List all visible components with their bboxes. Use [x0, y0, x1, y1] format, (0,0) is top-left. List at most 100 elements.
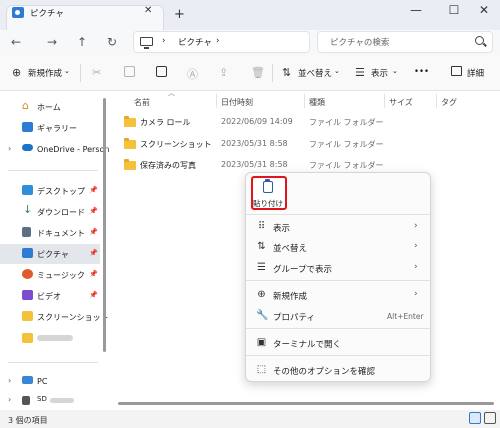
back-button[interactable]: ← [8, 35, 24, 49]
share-icon[interactable]: ⇪ [219, 66, 228, 79]
file-name: カメラ ロール [140, 118, 191, 127]
monitor-icon [140, 37, 153, 49]
chevron-right-icon: › [414, 221, 418, 231]
pin-icon[interactable]: 📌 [89, 186, 98, 194]
details-button[interactable]: 詳細 [467, 67, 484, 79]
menu-item-sort[interactable]: 並べ替え [273, 242, 307, 254]
sidebar-item-label: ピクチャ [37, 250, 69, 259]
videos-icon [22, 290, 33, 300]
breadcrumb-separator[interactable]: › [216, 36, 219, 46]
sd-card-icon [22, 396, 30, 405]
more-options-button[interactable]: ••• [414, 67, 429, 77]
group-by-icon: ☰ [257, 262, 266, 273]
sidebar-item-label: OneDrive - Person [37, 145, 110, 154]
sidebar-item-label: ホーム [37, 103, 61, 112]
new-icon: ⊕ [12, 66, 22, 79]
refresh-button[interactable]: ↻ [104, 35, 120, 49]
breadcrumb-pictures[interactable]: ピクチャ [178, 36, 212, 48]
menu-item-view[interactable]: 表示 [273, 222, 290, 234]
menu-item-group-by[interactable]: グループで表示 [273, 263, 332, 275]
download-icon: ↓ [23, 203, 33, 216]
file-date: 2023/05/31 8:58 [221, 139, 288, 148]
column-header-type[interactable]: 種類 [309, 97, 325, 108]
forward-button[interactable]: → [44, 35, 60, 49]
column-divider[interactable] [384, 94, 385, 108]
sidebar-item-pc[interactable] [0, 372, 100, 392]
tab-title: ピクチャ [30, 9, 64, 19]
folder-icon [124, 138, 136, 149]
close-window-button[interactable]: ✕ [474, 3, 494, 17]
column-header-size[interactable]: サイズ [389, 97, 413, 108]
folder-icon [22, 333, 33, 343]
pin-icon[interactable]: 📌 [89, 270, 98, 278]
pin-icon[interactable]: 📌 [89, 207, 98, 215]
view-icon: ⠿ [257, 221, 266, 232]
view-button[interactable]: 表示 [371, 67, 388, 79]
pin-icon[interactable]: 📌 [89, 249, 98, 257]
column-header-tags[interactable]: タグ [441, 97, 457, 108]
column-header-name[interactable]: 名前 [134, 97, 150, 108]
horizontal-scrollbar[interactable] [118, 402, 494, 405]
maximize-button[interactable]: ☐ [444, 3, 464, 17]
redacted-label [50, 398, 74, 403]
sidebar-item-label: PC [37, 377, 48, 386]
expand-chevron-icon[interactable]: › [8, 395, 11, 404]
sidebar-divider [8, 170, 98, 171]
search-placeholder: ピクチャの検索 [330, 38, 390, 48]
chevron-right-icon: › [414, 241, 418, 251]
sort-icon: ⇅ [282, 66, 292, 79]
up-button[interactable]: ↑ [74, 35, 90, 49]
minimize-button[interactable]: — [406, 3, 426, 17]
sidebar-item-label: ダウンロード [37, 208, 85, 217]
new-button[interactable]: 新規作成 [28, 67, 62, 79]
sort-button[interactable]: 並べ替え [298, 67, 332, 79]
menu-divider [246, 214, 430, 215]
address-bar[interactable] [133, 31, 310, 53]
chevron-down-icon[interactable]: ⌄ [392, 67, 398, 75]
column-divider[interactable] [436, 94, 437, 108]
menu-divider [246, 355, 430, 356]
home-icon: ⌂ [22, 99, 29, 112]
expand-chevron-icon[interactable]: › [8, 144, 11, 153]
menu-item-open-in-terminal[interactable]: ターミナルで開く [273, 338, 341, 350]
menu-divider [246, 280, 430, 281]
rename-icon[interactable]: Ⓐ [187, 66, 198, 82]
pictures-folder-icon [12, 7, 24, 18]
chevron-down-icon[interactable]: ⌄ [334, 67, 340, 75]
file-name: 保存済みの写真 [140, 161, 196, 170]
pin-icon[interactable]: 📌 [89, 291, 98, 299]
details-view-button[interactable] [469, 412, 481, 424]
tiles-view-button[interactable] [484, 412, 496, 424]
toolbar-divider [80, 64, 81, 82]
cut-icon[interactable]: ✂ [92, 66, 101, 79]
pictures-icon [22, 248, 33, 258]
onedrive-icon [22, 144, 33, 151]
column-divider[interactable] [216, 94, 217, 108]
menu-item-new[interactable]: 新規作成 [273, 290, 307, 302]
wrench-icon: 🔧 [256, 310, 269, 321]
file-type: ファイル フォルダー [309, 118, 384, 127]
pin-icon[interactable]: 📌 [89, 228, 98, 236]
sort-icon: ⇅ [257, 241, 266, 252]
file-date: 2023/05/31 8:58 [221, 160, 288, 169]
menu-divider [246, 328, 430, 329]
sidebar-scrollbar[interactable] [103, 98, 106, 352]
expand-chevron-icon[interactable]: › [8, 376, 11, 385]
copy-icon[interactable] [124, 66, 135, 77]
menu-item-properties[interactable]: プロパティ [273, 311, 315, 323]
breadcrumb-separator[interactable]: › [162, 36, 165, 46]
sidebar-item-label: ギャラリー [37, 124, 77, 133]
item-count: 3 個の項目 [8, 416, 48, 425]
close-tab-icon[interactable]: ✕ [144, 5, 152, 16]
new-tab-button[interactable]: + [174, 7, 185, 22]
search-icon[interactable] [475, 36, 484, 45]
chevron-down-icon[interactable]: ⌄ [64, 67, 70, 75]
sort-ascending-icon: ︿ [168, 89, 175, 97]
paste-icon[interactable] [156, 66, 167, 77]
chevron-right-icon: › [414, 289, 418, 299]
delete-icon[interactable]: 🗑 [251, 66, 265, 79]
sidebar-item-label: スクリーンショット [37, 313, 109, 322]
column-divider[interactable] [304, 94, 305, 108]
menu-item-show-more-options[interactable]: その他のオプションを確認 [273, 365, 375, 377]
column-header-date[interactable]: 日付時刻 [221, 97, 253, 108]
